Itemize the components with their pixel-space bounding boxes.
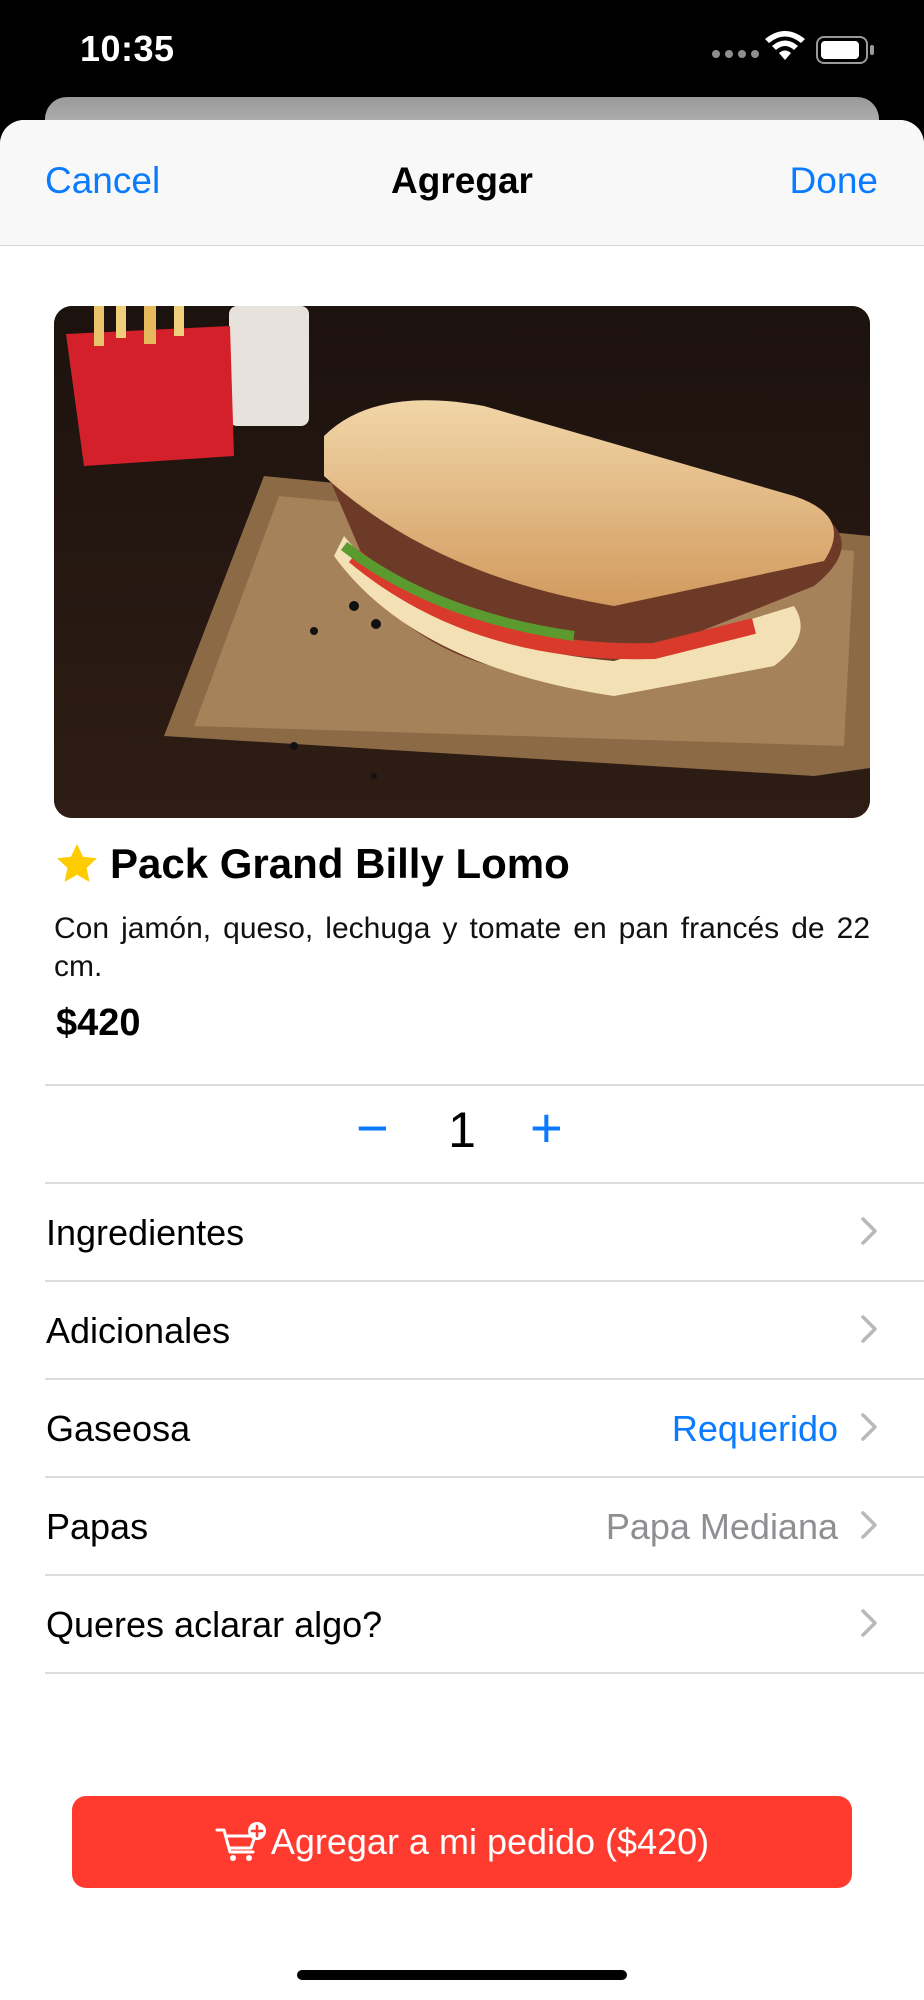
add-to-order-label: Agregar a mi pedido ($420) <box>270 1821 710 1862</box>
wifi-icon <box>765 31 805 60</box>
option-label: Ingredientes <box>46 1212 245 1253</box>
status-time: 10:35 <box>80 28 175 69</box>
navigation-bar: Cancel Agregar Done <box>0 120 924 246</box>
page-title: Agregar <box>391 160 533 201</box>
add-item-sheet: Cancel Agregar Done Pack Grand Billy Lom… <box>0 120 924 2000</box>
product-title-row: Pack Grand Billy Lomo <box>54 840 570 888</box>
cart-plus-icon <box>215 1822 266 1861</box>
product-image <box>54 306 870 818</box>
option-label: Adicionales <box>46 1310 231 1351</box>
option-label: Gaseosa <box>46 1408 191 1449</box>
chevron-right-icon <box>861 1413 877 1441</box>
home-indicator <box>297 1970 627 1980</box>
option-value-required: Requerido <box>671 1408 838 1449</box>
add-to-order-button[interactable]: Agregar a mi pedido ($420) <box>72 1796 852 1888</box>
product-description: Con jamón, queso, lechuga y tomate en pa… <box>54 912 870 983</box>
quantity-value: 1 <box>448 1102 476 1158</box>
battery-icon <box>816 36 874 64</box>
divider <box>45 1672 924 1674</box>
product-name: Pack Grand Billy Lomo <box>110 840 570 887</box>
increase-quantity-button[interactable]: + <box>530 1098 563 1158</box>
option-row-adicionales[interactable]: Adicionales <box>0 1280 924 1378</box>
option-label: Queres aclarar algo? <box>46 1604 383 1645</box>
chevron-right-icon <box>861 1609 877 1637</box>
chevron-right-icon <box>861 1315 877 1343</box>
option-value: Papa Mediana <box>605 1506 838 1547</box>
option-label: Papas <box>46 1506 149 1547</box>
option-row-papas[interactable]: Papas Papa Mediana <box>0 1476 924 1574</box>
product-price: $420 <box>56 1002 141 1044</box>
option-row-ingredientes[interactable]: Ingredientes <box>0 1182 924 1280</box>
chevron-right-icon <box>861 1217 877 1245</box>
status-bar: 10:35 <box>0 0 924 100</box>
chevron-right-icon <box>861 1511 877 1539</box>
done-button[interactable]: Done <box>790 160 878 202</box>
option-row-gaseosa[interactable]: Gaseosa Requerido <box>0 1378 924 1476</box>
cellular-signal-icon <box>712 50 759 58</box>
option-row-aclaracion[interactable]: Queres aclarar algo? <box>0 1574 924 1672</box>
star-icon <box>57 843 97 882</box>
screen: 10:35 Cancel Agregar Done Pack Grand Bil… <box>0 0 924 2000</box>
quantity-stepper: − 1 + <box>0 1084 924 1182</box>
